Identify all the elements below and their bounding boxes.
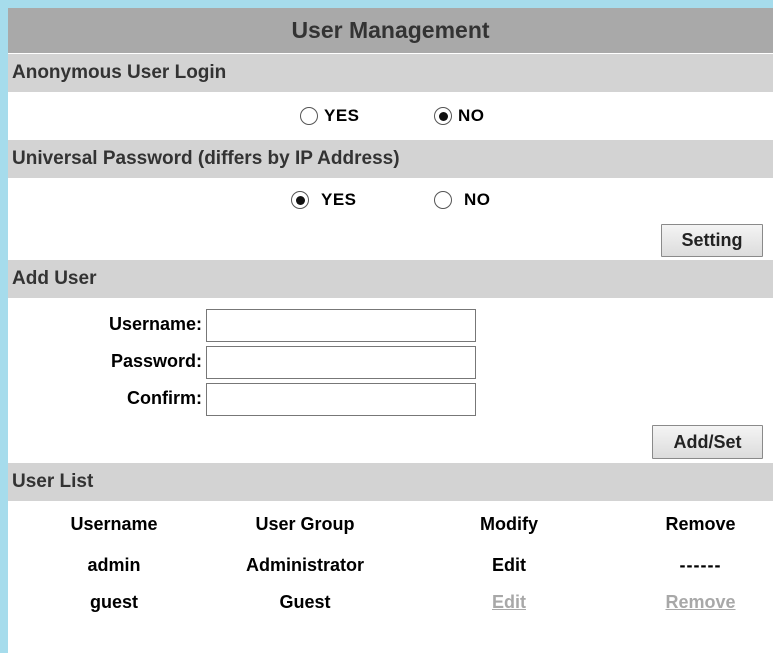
password-label: Password: [110,351,202,371]
password-input[interactable] [206,346,476,379]
edit-link[interactable]: Edit [492,592,526,612]
remove-link[interactable]: Remove [665,592,735,612]
anonymous-yes-label: YES [324,106,360,125]
radio-selected-icon [291,191,309,209]
confirm-input[interactable] [206,383,476,416]
password-row: Password: [8,343,773,380]
add-user-header: Add User [8,260,773,298]
table-row: admin Administrator Edit ------ [8,547,773,584]
radio-unselected-icon [434,191,452,209]
table-row: guest Guest Edit Remove [8,584,773,621]
universal-no-label: NO [464,190,491,209]
anonymous-login-header: Anonymous User Login [8,54,773,92]
user-list-table: Username User Group Modify Remove admin … [8,501,773,621]
universal-password-header: Universal Password (differs by IP Addres… [8,140,773,178]
setting-row: Setting [8,222,773,260]
table-header-row: Username User Group Modify Remove [8,501,773,547]
confirm-row: Confirm: [8,380,773,417]
add-set-button[interactable]: Add/Set [652,425,763,459]
row-username: admin [87,555,141,575]
row-username: guest [89,592,138,612]
radio-selected-icon [434,107,452,125]
column-header-remove: Remove [665,513,736,534]
universal-password-options: YES NO [8,178,773,222]
user-list-header: User List [8,463,773,501]
column-header-modify: Modify [480,513,538,534]
anonymous-login-options: YES NO [8,92,773,140]
setting-button[interactable]: Setting [661,224,763,257]
universal-no-radio[interactable]: NO [434,178,491,222]
user-management-panel: User Management Anonymous User Login YES… [8,8,773,621]
add-set-row: Add/Set [8,417,773,463]
anonymous-yes-radio[interactable]: YES [300,92,360,140]
edit-cell: Edit [390,584,628,621]
column-header-username: Username [70,513,158,534]
universal-yes-radio[interactable]: YES [291,178,357,222]
radio-unselected-icon [300,107,318,125]
anonymous-no-label: NO [458,106,485,125]
remove-cell: Remove [628,584,773,621]
remove-unavailable: ------ [679,555,722,575]
edit-disabled: Edit [492,555,526,575]
username-input[interactable] [206,309,476,342]
username-label: Username: [108,314,202,334]
page-title: User Management [8,8,773,54]
column-header-user-group: User Group [255,513,355,534]
row-user-group: Guest [279,592,331,612]
row-user-group: Administrator [245,555,364,575]
universal-yes-label: YES [321,190,357,209]
confirm-label: Confirm: [127,388,202,408]
username-row: Username: [8,306,773,343]
anonymous-no-radio[interactable]: NO [434,92,485,140]
